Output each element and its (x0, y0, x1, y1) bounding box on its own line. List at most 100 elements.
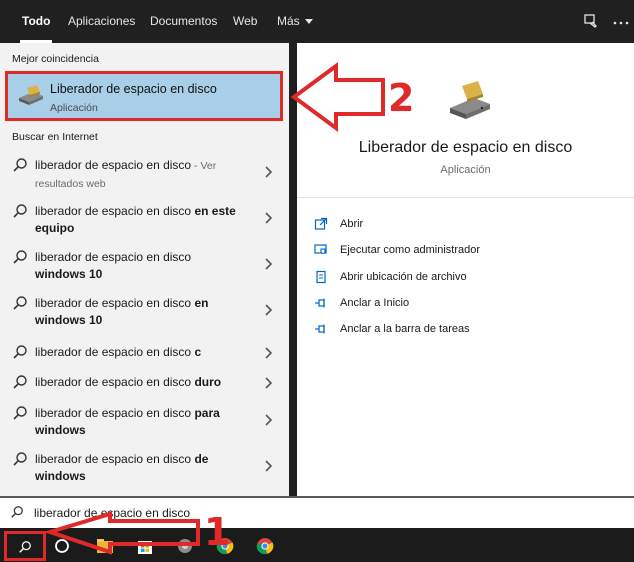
web-search-heading: Buscar en Internet (12, 131, 98, 143)
web-result-text: liberador de espacio en disco windows 10 (35, 249, 250, 283)
search-box[interactable]: liberador de espacio en disco (0, 496, 634, 528)
chevron-right-icon (263, 257, 273, 271)
divider (297, 197, 634, 198)
search-icon (12, 295, 28, 311)
web-result-row[interactable]: liberador de espacio en disco windows 10 (0, 245, 289, 285)
chevron-down-icon (304, 19, 313, 25)
web-result-bold: de (194, 452, 209, 466)
pin-icon (314, 296, 328, 310)
chrome-icon[interactable] (255, 536, 275, 556)
action-open-file-location[interactable]: Abrir ubicación de archivo (314, 269, 504, 287)
web-result-row[interactable]: liberador de espacio en disco c (0, 341, 289, 367)
disk-cleanup-icon (446, 78, 494, 126)
web-result-bold: para (194, 406, 220, 420)
action-pin-to-start[interactable]: Anclar a Inicio (314, 295, 434, 313)
web-result-line2: equipo (35, 221, 75, 235)
open-icon (314, 217, 328, 231)
web-result-row[interactable]: liberador de espacio en disco en windows … (0, 291, 289, 331)
web-result-line2: windows (35, 423, 86, 437)
chevron-right-icon (263, 346, 273, 360)
taskbar-search-button[interactable] (4, 531, 46, 561)
action-open[interactable]: Abrir (314, 216, 434, 234)
search-icon (12, 451, 28, 467)
preview-title: Liberador de espacio en disco (358, 139, 573, 156)
task-view-icon[interactable] (52, 536, 72, 556)
tab-aplicaciones[interactable]: Aplicaciones (68, 0, 135, 43)
taskbar (0, 528, 634, 562)
tab-mas-label: Más (277, 14, 300, 28)
web-result-query: liberador de espacio en disco (35, 452, 195, 466)
best-match-item[interactable]: Liberador de espacio en disco Aplicación (5, 71, 283, 121)
search-icon (19, 541, 31, 553)
disk-cleanup-icon (17, 84, 45, 106)
web-result-suffix: - Ver (191, 160, 217, 172)
search-icon (12, 203, 28, 219)
tab-web[interactable]: Web (233, 0, 257, 43)
best-match-subtitle: Aplicación (50, 102, 98, 114)
file-location-icon (314, 270, 328, 284)
web-result-suffix-line2: resultados web (35, 178, 106, 190)
annotation-step-1: 1 (204, 510, 231, 554)
results-panel: Mejor coincidencia Liberador de espacio … (0, 43, 289, 496)
search-icon (12, 374, 28, 390)
store-icon[interactable] (135, 536, 155, 556)
web-result-line2: windows (35, 469, 86, 483)
web-result-text: liberador de espacio en disco para window… (35, 405, 250, 439)
chevron-right-icon (263, 376, 273, 390)
action-run-as-admin-label: Ejecutar como administrador (340, 244, 481, 256)
web-result-bold: en este (194, 204, 236, 218)
web-result-bold: en (194, 296, 209, 310)
search-icon (12, 344, 28, 360)
file-explorer-icon[interactable] (95, 536, 115, 556)
best-match-heading: Mejor coincidencia (12, 53, 99, 65)
web-result-line2: windows 10 (35, 313, 103, 327)
web-result-bold: duro (194, 375, 222, 389)
web-result-text: liberador de espacio en disco duro (35, 374, 250, 391)
action-run-as-admin[interactable]: Ejecutar como administrador (314, 242, 504, 260)
preview-subtitle: Aplicación (440, 164, 491, 176)
chevron-right-icon (263, 303, 273, 317)
action-pin-to-taskbar-label: Anclar a la barra de tareas (340, 323, 470, 335)
chevron-right-icon (263, 211, 273, 225)
web-result-query: liberador de espacio en disco (35, 375, 195, 389)
web-result-query: liberador de espacio en disco (35, 158, 192, 172)
web-result-line2: windows 10 (35, 267, 103, 281)
more-options-icon[interactable] (612, 20, 630, 38)
web-result-text: liberador de espacio en disco de windows (35, 451, 250, 485)
action-open-file-location-label: Abrir ubicación de archivo (340, 271, 467, 283)
web-result-text: liberador de espacio en disco c (35, 344, 250, 361)
best-match-title: Liberador de espacio en disco (50, 82, 217, 96)
web-result-row[interactable]: liberador de espacio en disco - Ver resul… (0, 153, 289, 193)
action-pin-to-start-label: Anclar a Inicio (340, 297, 410, 309)
chevron-right-icon (263, 413, 273, 427)
action-pin-to-taskbar[interactable]: Anclar a la barra de tareas (314, 321, 474, 339)
chevron-right-icon (263, 459, 273, 473)
web-result-row[interactable]: liberador de espacio en disco en este equ… (0, 199, 289, 239)
tab-todo[interactable]: Todo (19, 0, 53, 43)
web-result-query: liberador de espacio en disco (35, 406, 195, 420)
preview-panel: Liberador de espacio en disco Aplicación… (297, 43, 634, 496)
web-result-text: liberador de espacio en disco - Ver resul… (35, 157, 250, 193)
web-result-query: liberador de espacio en disco (35, 250, 192, 264)
tab-documentos[interactable]: Documentos (150, 0, 217, 43)
web-result-query: liberador de espacio en disco (35, 204, 195, 218)
feedback-icon[interactable] (582, 12, 600, 30)
chevron-right-icon (263, 165, 273, 179)
web-result-text: liberador de espacio en disco en este equ… (35, 203, 250, 237)
search-icon (12, 249, 28, 265)
app-icon[interactable] (175, 536, 195, 556)
run-as-admin-icon (314, 243, 328, 257)
action-open-label: Abrir (340, 218, 364, 230)
pin-icon (314, 322, 328, 336)
search-input[interactable]: liberador de espacio en disco (34, 506, 190, 520)
search-icon (12, 157, 28, 173)
web-result-row[interactable]: liberador de espacio en disco duro (0, 371, 289, 397)
web-result-query: liberador de espacio en disco (35, 345, 195, 359)
tab-mas[interactable]: Más (277, 0, 313, 43)
web-result-row[interactable]: liberador de espacio en disco para window… (0, 401, 289, 441)
web-result-row[interactable]: liberador de espacio en disco de windows (0, 447, 289, 487)
search-filter-bar: Todo Aplicaciones Documentos Web Más (0, 0, 634, 43)
annotation-step-2: 2 (388, 76, 415, 120)
web-result-text: liberador de espacio en disco en windows … (35, 295, 250, 329)
web-result-query: liberador de espacio en disco (35, 296, 195, 310)
